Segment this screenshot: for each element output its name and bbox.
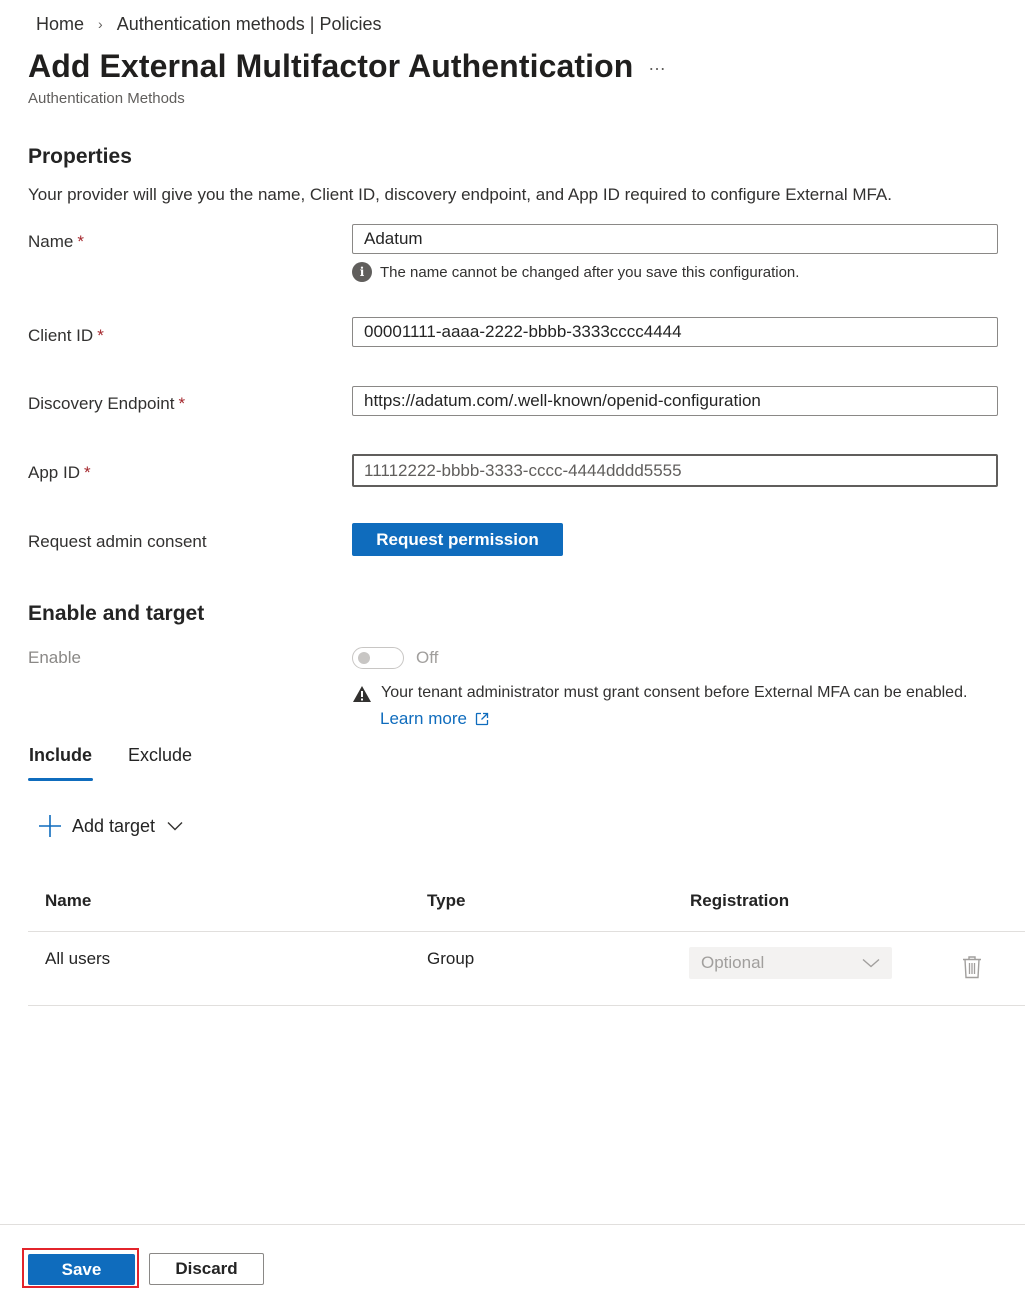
app-id-label-text: App ID xyxy=(28,463,80,482)
external-link-icon xyxy=(475,712,489,726)
name-hint-text: The name cannot be changed after you sav… xyxy=(380,263,800,281)
breadcrumb: Home › Authentication methods | Policies xyxy=(36,12,382,36)
discovery-endpoint-label-text: Discovery Endpoint xyxy=(28,394,175,413)
required-indicator: * xyxy=(77,232,84,251)
info-icon: i xyxy=(352,262,372,282)
save-button[interactable]: Save xyxy=(28,1254,135,1285)
request-permission-button[interactable]: Request permission xyxy=(352,523,563,556)
delete-icon[interactable] xyxy=(962,955,982,984)
page-subtitle: Authentication Methods xyxy=(28,90,185,107)
row-divider xyxy=(28,1005,1025,1006)
name-field[interactable] xyxy=(352,224,998,254)
header-divider xyxy=(28,931,1025,932)
client-id-label-text: Client ID xyxy=(28,326,94,345)
required-indicator: * xyxy=(178,394,186,413)
admin-consent-label: Request admin consent xyxy=(28,532,207,551)
consent-warning: Your tenant administrator must grant con… xyxy=(352,684,967,708)
discovery-endpoint-field[interactable] xyxy=(352,386,998,416)
discard-button[interactable]: Discard xyxy=(149,1253,264,1285)
warning-icon xyxy=(352,685,372,708)
page-title: Add External Multifactor Authentication xyxy=(28,48,634,84)
enable-label: Enable xyxy=(28,648,81,667)
column-header-type: Type xyxy=(427,891,466,910)
column-header-name: Name xyxy=(45,891,92,910)
client-id-field[interactable] xyxy=(352,317,998,347)
column-header-registration: Registration xyxy=(690,891,790,910)
row-name-cell: All users xyxy=(45,949,111,968)
registration-value: Optional xyxy=(701,953,765,972)
plus-icon xyxy=(39,815,61,837)
chevron-down-icon xyxy=(862,958,880,968)
add-target-button[interactable]: Add target xyxy=(38,814,183,838)
client-id-label: Client ID * xyxy=(28,326,104,346)
properties-heading: Properties xyxy=(28,145,132,168)
learn-more-text: Learn more xyxy=(380,709,467,728)
name-hint: i The name cannot be changed after you s… xyxy=(352,262,799,282)
name-label: Name * xyxy=(28,232,84,252)
add-target-label: Add target xyxy=(72,815,156,836)
footer-divider xyxy=(0,1224,1025,1225)
required-indicator: * xyxy=(97,326,104,345)
name-label-text: Name xyxy=(28,232,74,251)
required-indicator: * xyxy=(83,463,91,482)
enable-target-heading: Enable and target xyxy=(28,602,205,625)
app-id-field[interactable] xyxy=(352,454,998,487)
app-id-label: App ID * xyxy=(28,463,91,483)
breadcrumb-home[interactable]: Home xyxy=(36,14,84,35)
row-type-cell: Group xyxy=(427,949,475,968)
learn-more-link[interactable]: Learn more xyxy=(380,709,489,729)
registration-dropdown[interactable]: Optional xyxy=(689,947,892,979)
more-options-icon[interactable]: … xyxy=(648,54,667,75)
tab-include[interactable]: Include xyxy=(29,745,92,766)
warning-text: Your tenant administrator must grant con… xyxy=(381,684,968,701)
toggle-state-text: Off xyxy=(416,648,439,667)
chevron-down-icon xyxy=(167,822,183,831)
tab-exclude[interactable]: Exclude xyxy=(128,745,192,766)
toggle-knob xyxy=(358,652,370,664)
properties-description: Your provider will give you the name, Cl… xyxy=(28,185,892,204)
active-tab-indicator xyxy=(28,778,93,781)
enable-toggle[interactable] xyxy=(352,647,404,669)
chevron-right-icon: › xyxy=(98,16,103,32)
discovery-endpoint-label: Discovery Endpoint * xyxy=(28,394,185,414)
breadcrumb-policies[interactable]: Authentication methods | Policies xyxy=(117,14,382,35)
